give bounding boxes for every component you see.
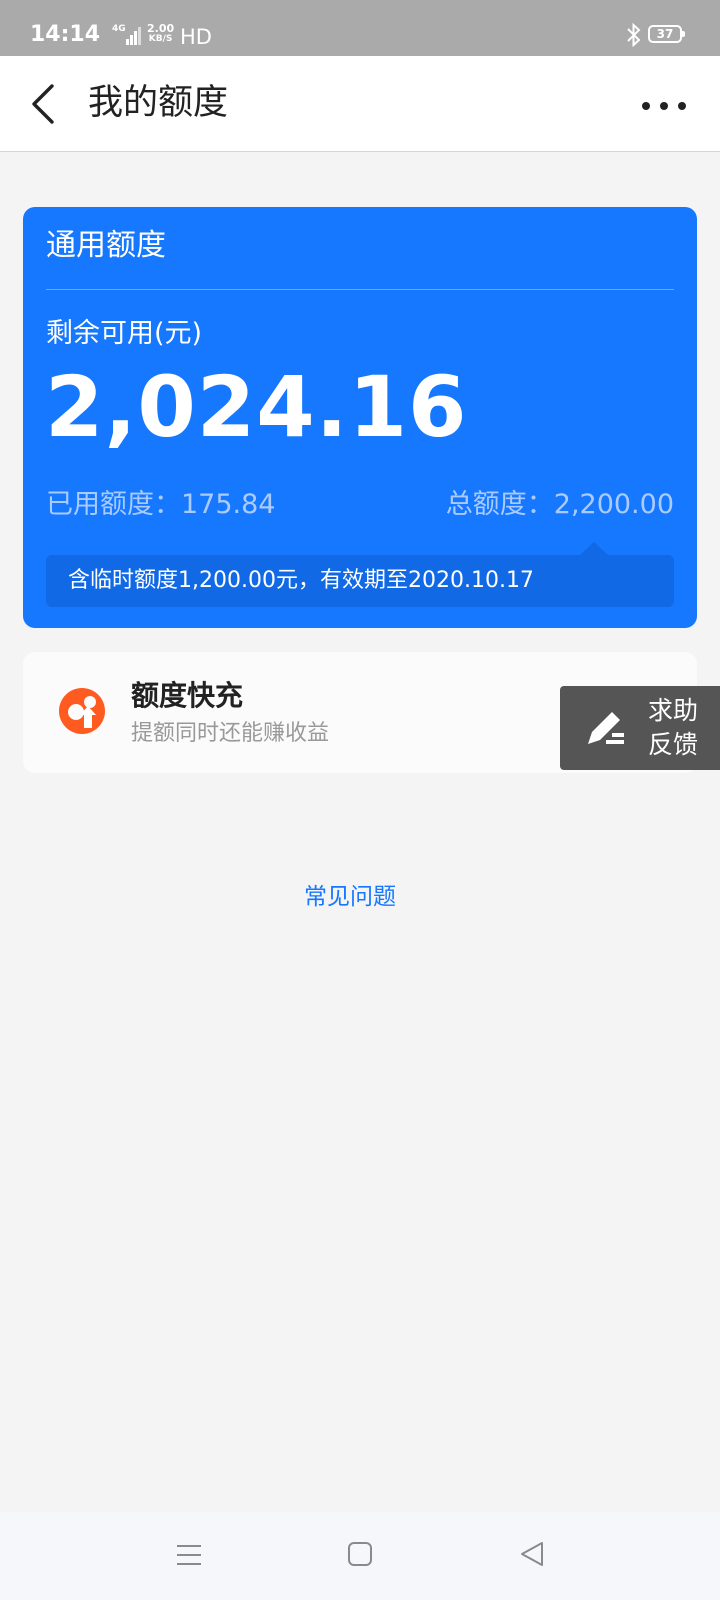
menu-icon[interactable] xyxy=(176,1542,202,1568)
bluetooth-icon xyxy=(627,22,641,48)
card-divider xyxy=(46,289,674,290)
speed-value: 2.00 xyxy=(147,22,175,35)
used-credit: 已用额度：175.84 xyxy=(46,489,276,520)
speed-unit: KB/S xyxy=(148,34,173,44)
quick-recharge-subtitle: 提额同时还能赚收益 xyxy=(131,721,330,746)
remaining-label: 剩余可用(元) xyxy=(46,318,203,349)
faq-link[interactable]: 常见问题 xyxy=(0,880,700,914)
total-credit: 总额度：2,200.00 xyxy=(445,489,674,520)
battery-icon: 37 xyxy=(648,25,685,43)
feedback-label-line2: 反馈 xyxy=(648,730,699,759)
home-square-icon[interactable] xyxy=(347,1541,373,1567)
app-header: 我的额度 xyxy=(0,56,720,152)
status-time: 14:14 xyxy=(30,22,101,47)
general-credit-card: 通用额度 剩余可用(元) 2,024.16 已用额度：175.84 总额度：2,… xyxy=(23,207,697,628)
network-type: 4G xyxy=(112,24,126,34)
feedback-label-line1: 求助 xyxy=(648,696,699,725)
back-triangle-icon[interactable] xyxy=(518,1540,546,1568)
remaining-value: 2,024.16 xyxy=(45,358,468,456)
status-bar: 14:14 4G 2.00 KB/S HD 37 xyxy=(0,0,720,56)
battery-level: 37 xyxy=(656,27,674,41)
page-title: 我的额度 xyxy=(88,83,229,123)
chevron-left-icon[interactable] xyxy=(24,80,68,128)
notice-text: 含临时额度1,200.00元，有效期至2020.10.17 xyxy=(68,568,534,593)
network-speed: 2.00 KB/S xyxy=(147,23,174,44)
card-title: 通用额度 xyxy=(46,228,166,263)
system-nav-bar xyxy=(0,1512,720,1600)
temporary-credit-notice: 含临时额度1,200.00元，有效期至2020.10.17 xyxy=(46,542,674,607)
more-dots-icon[interactable] xyxy=(632,86,692,126)
hd-indicator: HD xyxy=(180,25,212,49)
faq-link-label[interactable]: 常见问题 xyxy=(304,884,396,910)
edit-pen-icon xyxy=(588,712,624,744)
signal-icon xyxy=(126,27,142,45)
quick-recharge-title: 额度快充 xyxy=(131,679,244,712)
help-feedback-button[interactable]: 求助 反馈 xyxy=(560,686,720,770)
quick-recharge-icon xyxy=(59,688,105,734)
